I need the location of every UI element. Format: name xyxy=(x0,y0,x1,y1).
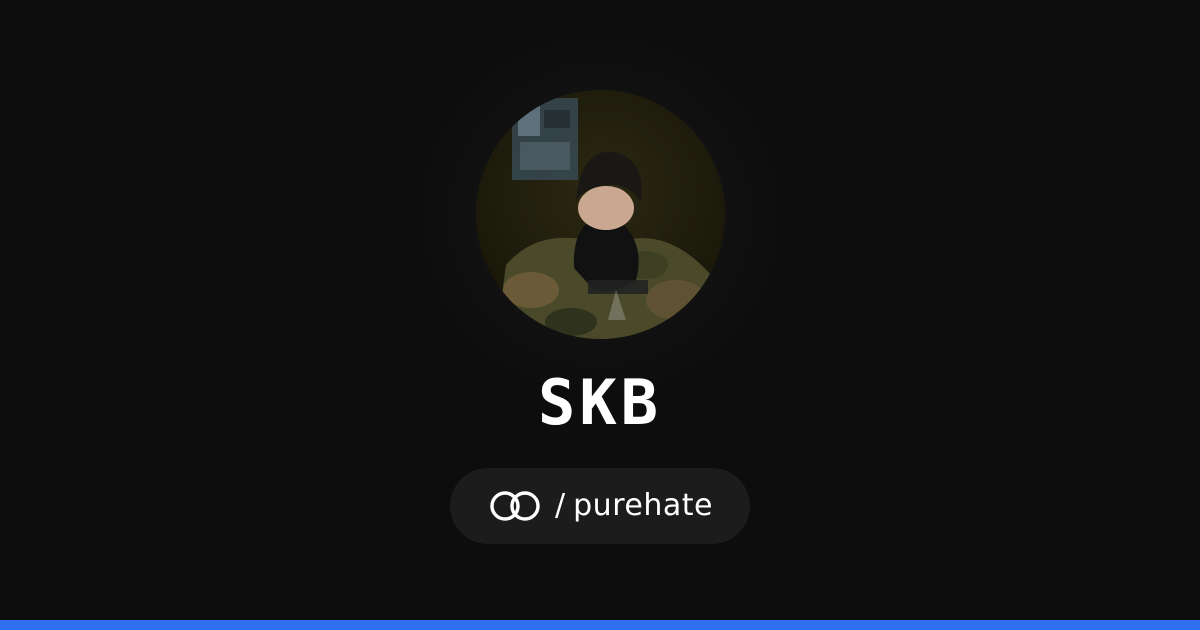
profile-handle: purehate xyxy=(573,488,713,523)
accent-bar xyxy=(0,620,1200,630)
share-card: SKB / purehate xyxy=(0,0,1200,630)
profile-name: SKB xyxy=(538,366,662,439)
avatar-photo xyxy=(476,90,725,339)
avatar xyxy=(476,90,725,339)
handle-separator: / xyxy=(555,488,566,523)
linked-rings-icon xyxy=(487,488,545,524)
profile-link-pill[interactable]: / purehate xyxy=(450,468,750,544)
